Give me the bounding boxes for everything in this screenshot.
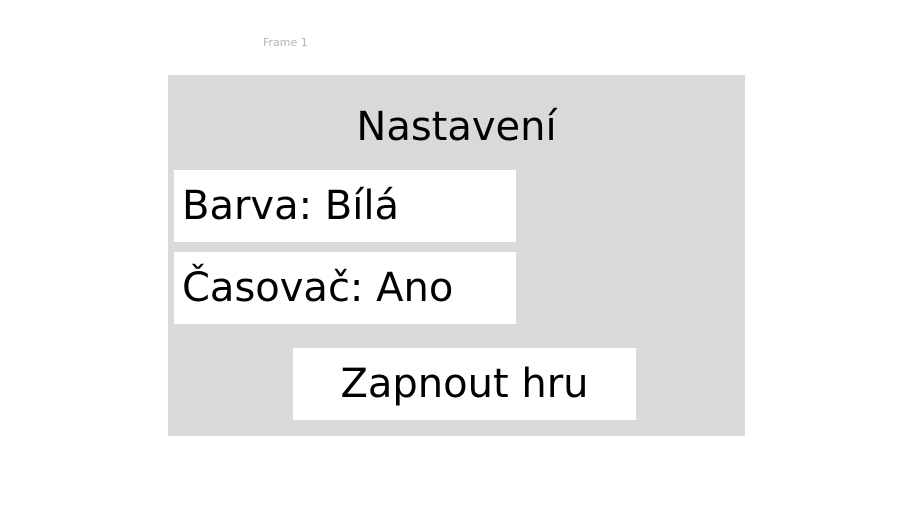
color-setting-button[interactable]: Barva: Bílá xyxy=(174,170,516,242)
timer-setting-label: Časovač: Ano xyxy=(182,265,454,311)
design-canvas: Frame 1 Nastavení Barva: Bílá Časovač: A… xyxy=(0,0,913,511)
start-game-button[interactable]: Zapnout hru xyxy=(293,348,636,420)
frame-label[interactable]: Frame 1 xyxy=(263,37,308,49)
start-game-label: Zapnout hru xyxy=(340,361,589,407)
settings-frame: Nastavení Barva: Bílá Časovač: Ano Zapno… xyxy=(168,75,745,436)
color-setting-label: Barva: Bílá xyxy=(182,183,399,229)
timer-setting-button[interactable]: Časovač: Ano xyxy=(174,252,516,324)
page-title: Nastavení xyxy=(356,104,557,150)
